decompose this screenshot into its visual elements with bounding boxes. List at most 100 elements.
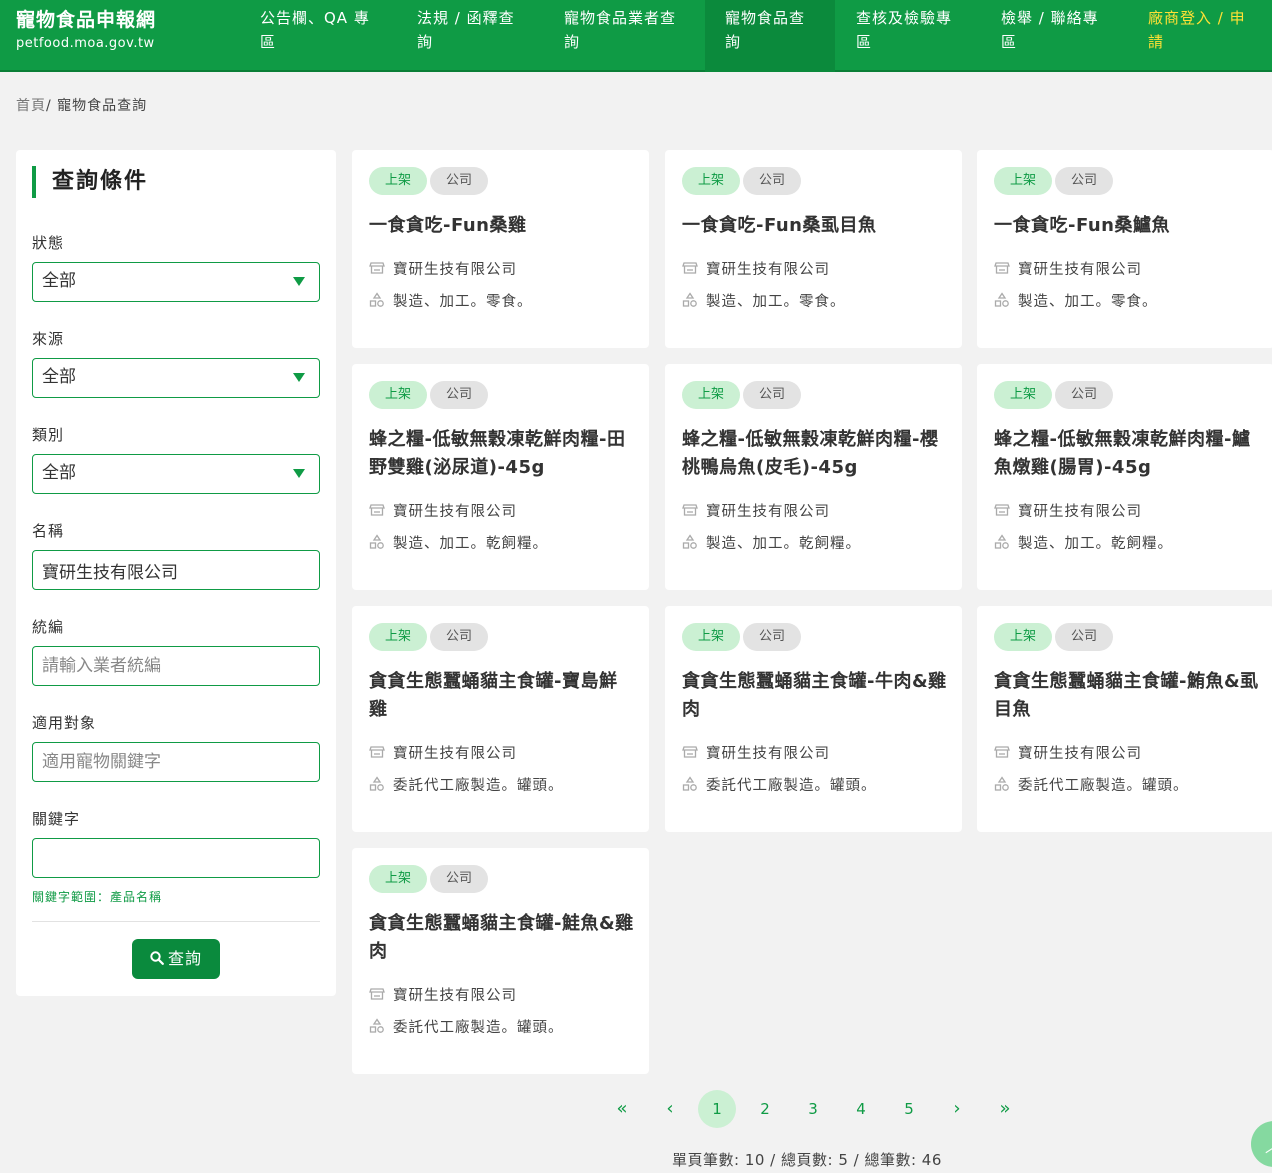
product-card[interactable]: 上架 公司 一食貪吃-Fun桑虱目魚 寶研生技有限公司 製造、加工。零食。 [665,150,962,348]
status-badge: 上架 [369,167,428,195]
query-panel-title: 查詢條件 [32,166,148,198]
type-badge: 公司 [743,167,802,195]
type-badge: 公司 [430,623,489,651]
nav-label: 詢 [417,33,434,51]
product-title[interactable]: 蜂之糧-低敏無穀凍乾鮮肉糧-鱸魚燉雞(腸胃)-45g [994,426,1259,482]
company-line: 寶研生技有限公司 [682,258,830,279]
company-name: 寶研生技有限公司 [393,746,517,762]
company-name: 寶研生技有限公司 [706,262,830,278]
company-line: 寶研生技有限公司 [682,500,830,521]
nav-announcements[interactable]: 公告欄、QA 專 區 [260,0,378,72]
query-panel: 查詢條件 狀態 全部 來源 全部 類別 全部 名稱 統編 適用對象 關鍵字 關鍵… [16,150,336,996]
store-icon [682,744,698,760]
description-line: 製造、加工。乾飼糧。 [682,532,861,553]
product-description: 製造、加工。零食。 [1018,294,1158,310]
product-title[interactable]: 貪貪生態蠶蛹貓主食罐-鮭魚&雞肉 [369,910,634,966]
product-card[interactable]: 上架 公司一食貪吃-Fun桑雞寶研生技有限公司製造、加工。零食。 [352,150,649,348]
product-card[interactable]: 上架 公司 一食貪吃-Fun桑鱸魚 寶研生技有限公司 製造、加工。零食。 [977,150,1272,348]
type-badge: 公司 [1055,381,1114,409]
description-line: 委託代工廠製造。罐頭。 [994,774,1189,795]
status-badge: 上架 [994,381,1053,409]
keyword-input[interactable] [32,838,320,878]
nav-inspection[interactable]: 查核及檢驗專 區 [856,0,974,72]
product-card[interactable]: 上架 公司 貪貪生態蠶蛹貓主食罐-鮪魚&虱目魚 寶研生技有限公司 委託代工廠製造。罐頭。 [977,606,1272,832]
product-title[interactable]: 蜂之糧-低敏無穀凍乾鮮肉糧-田野雙雞(泌尿道)-45g [369,426,634,482]
search-button[interactable]: 查詢 [132,939,220,979]
card-tags: 上架 公司 [682,623,804,651]
product-card[interactable]: 上架 公司 蜂之糧-低敏無穀凍乾鮮肉糧-田野雙雞(泌尿道)-45g 寶研生技有限公司製… [352,364,649,590]
description-line: 製造、加工。零食。 [369,290,533,311]
product-card[interactable]: 上架 公司 貪貪生態蠶蛹貓主食罐-牛肉&雞肉 寶研生技有限公司 委託代工廠製造。罐頭。 [665,606,962,832]
shapes-icon [369,534,385,550]
pagination-first[interactable]: « [603,1090,641,1128]
status-select[interactable]: 全部 [32,262,320,302]
product-card[interactable]: 上架 公司 蜂之糧-低敏無穀凍乾鮮肉糧-櫻桃鴨烏魚(皮毛)-45g 寶研生技有限公司製… [665,364,962,590]
source-select-value: 全部 [42,367,76,387]
type-badge: 公司 [743,381,802,409]
pagination-prev[interactable]: ‹ [651,1090,689,1128]
company-name: 寶研生技有限公司 [393,988,517,1004]
site-domain: petfood.moa.gov.tw [16,36,155,51]
product-card[interactable]: 上架 公司蜂之糧-低敏無穀凍乾鮮肉糧-鱸魚燉雞(腸胃)-45g 寶研生技有限公司製造… [977,364,1272,590]
product-title[interactable]: 一食貪吃-Fun桑鱸魚 [994,212,1259,240]
source-select[interactable]: 全部 [32,358,320,398]
site-brand[interactable]: 寵物食品申報網 petfood.moa.gov.tw [16,8,156,51]
product-description: 委託代工廠製造。罐頭。 [393,778,564,794]
nav-vendor-login[interactable]: 廠商登入 / 申 請 [1148,0,1266,72]
store-icon [369,986,385,1002]
name-input[interactable] [32,550,320,590]
back-to-top-button[interactable]: ︿ [1251,1121,1272,1167]
type-badge: 公司 [430,167,489,195]
product-title[interactable]: 貪貪生態蠶蛹貓主食罐-牛肉&雞肉 [682,668,947,724]
pagination-page[interactable]: 2 [746,1090,784,1128]
keyword-label: 關鍵字 [32,810,81,828]
nav-business-query[interactable]: 寵物食品業者查 詢 [564,0,688,72]
pagination-page[interactable]: 3 [794,1090,832,1128]
store-icon [369,260,385,276]
company-name: 寶研生技有限公司 [393,504,517,520]
store-icon [369,502,385,518]
pagination-page[interactable]: 5 [890,1090,928,1128]
description-line: 製造、加工。乾飼糧。 [994,532,1173,553]
pagination-next[interactable]: › [938,1090,976,1128]
status-badge: 上架 [369,381,428,409]
company-name: 寶研生技有限公司 [706,746,830,762]
product-title[interactable]: 蜂之糧-低敏無穀凍乾鮮肉糧-櫻桃鴨烏魚(皮毛)-45g [682,426,947,482]
breadcrumb-separator: / [46,98,52,114]
product-description: 製造、加工。乾飼糧。 [1018,536,1173,552]
nav-report-contact[interactable]: 檢舉 / 聯絡專 區 [1001,0,1119,72]
status-badge: 上架 [682,623,741,651]
shapes-icon [369,1018,385,1034]
breadcrumb-home[interactable]: 首頁 [16,98,46,114]
product-description: 製造、加工。乾飼糧。 [706,536,861,552]
pagination-page[interactable]: 4 [842,1090,880,1128]
card-tags: 上架 公司 [369,623,491,651]
nav-label: 請 [1148,33,1165,51]
pagination-last[interactable]: » [986,1090,1024,1128]
product-title[interactable]: 一食貪吃-Fun桑虱目魚 [682,212,947,240]
status-badge: 上架 [369,623,428,651]
product-card[interactable]: 上架 公司貪貪生態蠶蛹貓主食罐-寶島鮮雞寶研生技有限公司委託代工廠製造。罐頭。 [352,606,649,832]
card-tags: 上架 公司 [369,167,491,195]
product-title[interactable]: 貪貪生態蠶蛹貓主食罐-鮪魚&虱目魚 [994,668,1259,724]
store-icon [682,502,698,518]
description-line: 製造、加工。零食。 [682,290,846,311]
product-title[interactable]: 貪貪生態蠶蛹貓主食罐-寶島鮮雞 [369,668,634,724]
category-select[interactable]: 全部 [32,454,320,494]
target-input[interactable] [32,742,320,782]
nav-petfood-query[interactable]: 寵物食品查 詢 [705,0,835,72]
nav-regulations[interactable]: 法規 / 函釋查 詢 [417,0,535,72]
shapes-icon [994,776,1010,792]
company-name: 寶研生技有限公司 [1018,504,1142,520]
tax-id-input[interactable] [32,646,320,686]
company-line: 寶研生技有限公司 [994,258,1142,279]
nav-label: 詢 [564,33,581,51]
company-name: 寶研生技有限公司 [393,262,517,278]
product-title[interactable]: 一食貪吃-Fun桑雞 [369,212,634,240]
card-tags: 上架 公司 [994,623,1116,651]
nav-label: 詢 [725,33,742,51]
product-card[interactable]: 上架 公司 貪貪生態蠶蛹貓主食罐-鮭魚&雞肉 寶研生技有限公司 委託代工廠製造。罐頭。 [352,848,649,1074]
pagination-page[interactable]: 1 [698,1090,736,1128]
store-icon [682,260,698,276]
company-name: 寶研生技有限公司 [1018,262,1142,278]
